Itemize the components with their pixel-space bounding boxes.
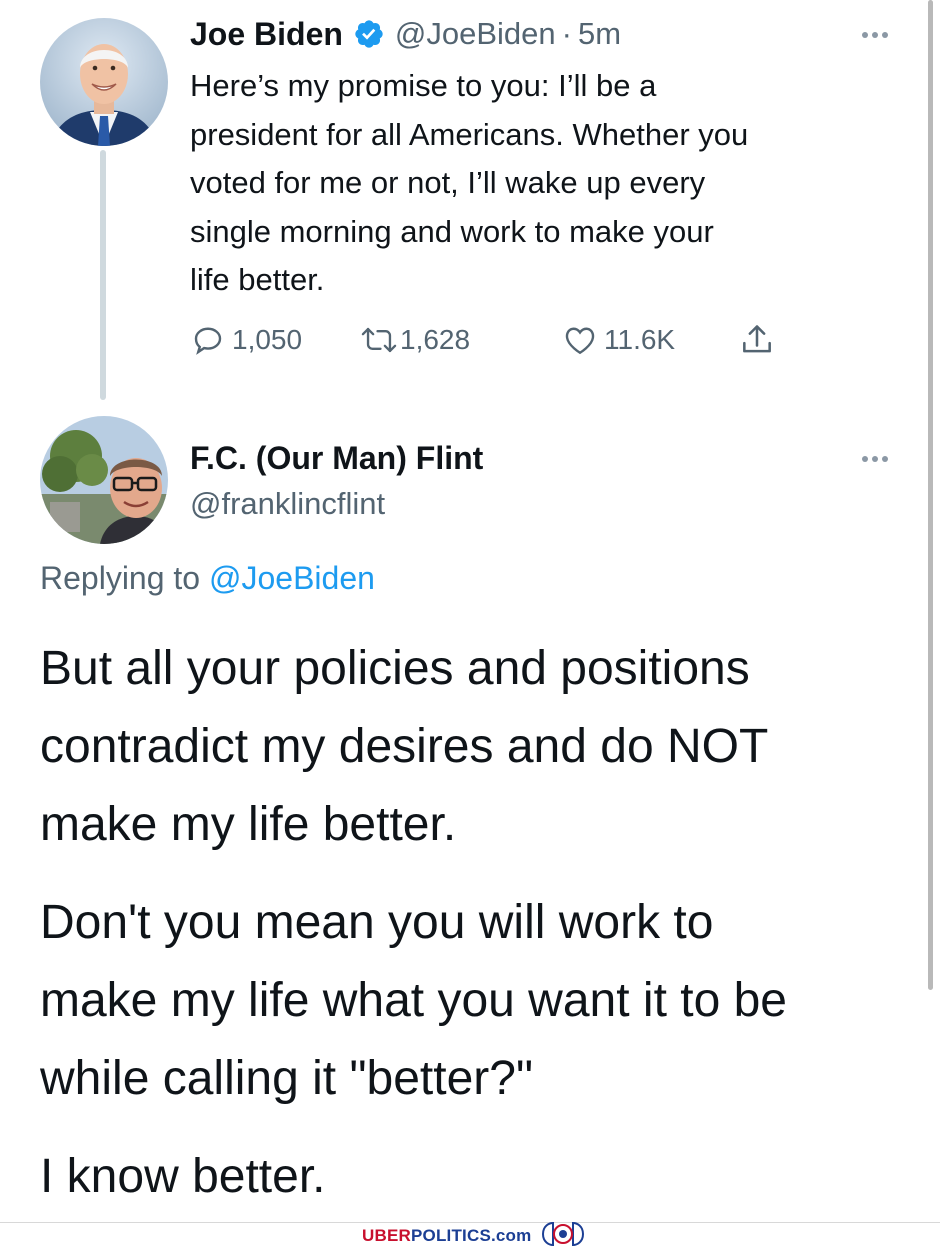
verified-badge-icon — [353, 18, 385, 50]
tweet-text-line: single morning and work to make your — [190, 213, 714, 249]
like-button[interactable]: 11.6K — [562, 318, 675, 362]
reply-author-name[interactable]: F.C. (Our Man) Flint — [190, 440, 483, 476]
watermark-part-2: POLITICS — [410, 1226, 491, 1245]
replying-to-line: Replying to @JoeBiden — [40, 560, 375, 597]
uberpolitics-watermark: UBERPOLITICS.com — [362, 1221, 585, 1251]
reply-text-line: make my life what you want it to be — [40, 974, 787, 1027]
reply-icon — [190, 322, 226, 358]
tweet-text-line: president for all Americans. Whether you — [190, 116, 749, 152]
tweet-header: Joe Biden @JoeBiden · 5m — [190, 14, 621, 54]
reply-count: 1,050 — [232, 324, 303, 355]
reply-text: But all your policies and positions cont… — [40, 630, 920, 1216]
reply-text-line: But all your policies and positions — [40, 642, 750, 695]
watermark-part-3: .com — [490, 1226, 532, 1245]
meta-separator: · — [561, 16, 572, 51]
reply-button[interactable]: 1,050 — [190, 318, 302, 362]
flint-avatar[interactable] — [40, 416, 168, 544]
uberpolitics-logo-icon — [541, 1221, 585, 1251]
replying-to-label: Replying to — [40, 560, 201, 596]
reply-text-line: while calling it "better?" — [40, 1052, 533, 1105]
tweet-text: Here’s my promise to you: I’ll be a pres… — [190, 62, 910, 305]
watermark-part-1: UBER — [362, 1226, 411, 1245]
joe-biden-avatar[interactable] — [40, 18, 168, 146]
retweet-icon — [360, 322, 398, 358]
tweet-text-line: Here’s my promise to you: I’ll be a — [190, 68, 657, 103]
like-count: 11.6K — [604, 324, 676, 355]
reply-text-line: Don't you mean you will work to — [40, 896, 714, 949]
scrollbar[interactable] — [928, 0, 933, 990]
share-button[interactable] — [738, 318, 776, 362]
more-dots-icon[interactable] — [862, 456, 888, 462]
tweet-time[interactable]: 5m — [578, 16, 621, 52]
author-name[interactable]: Joe Biden — [190, 16, 343, 53]
tweet-text-line: voted for me or not, I’ll wake up every — [190, 165, 706, 200]
author-handle[interactable]: @JoeBiden — [395, 16, 556, 52]
retweet-count: 1,628 — [400, 324, 471, 355]
reply-handle-wrap: @franklincflint — [190, 486, 385, 526]
replying-to-mention[interactable]: @JoeBiden — [209, 560, 375, 596]
reply-text-line: contradict my desires and do NOT — [40, 720, 769, 773]
share-icon — [738, 321, 776, 359]
thread-connector-line — [100, 150, 106, 400]
watermark-text: UBERPOLITICS.com — [362, 1226, 531, 1246]
footer-divider — [0, 1222, 940, 1223]
more-dots-icon[interactable] — [862, 32, 888, 38]
reply-text-line: I know better. — [40, 1150, 326, 1203]
heart-icon — [562, 322, 598, 358]
reply-author: F.C. (Our Man) Flint — [190, 440, 483, 480]
retweet-button[interactable]: 1,628 — [360, 318, 470, 362]
tweet-text-line: life better. — [190, 262, 325, 297]
reply-text-line: make my life better. — [40, 798, 457, 851]
reply-author-handle[interactable]: @franklincflint — [190, 486, 385, 521]
